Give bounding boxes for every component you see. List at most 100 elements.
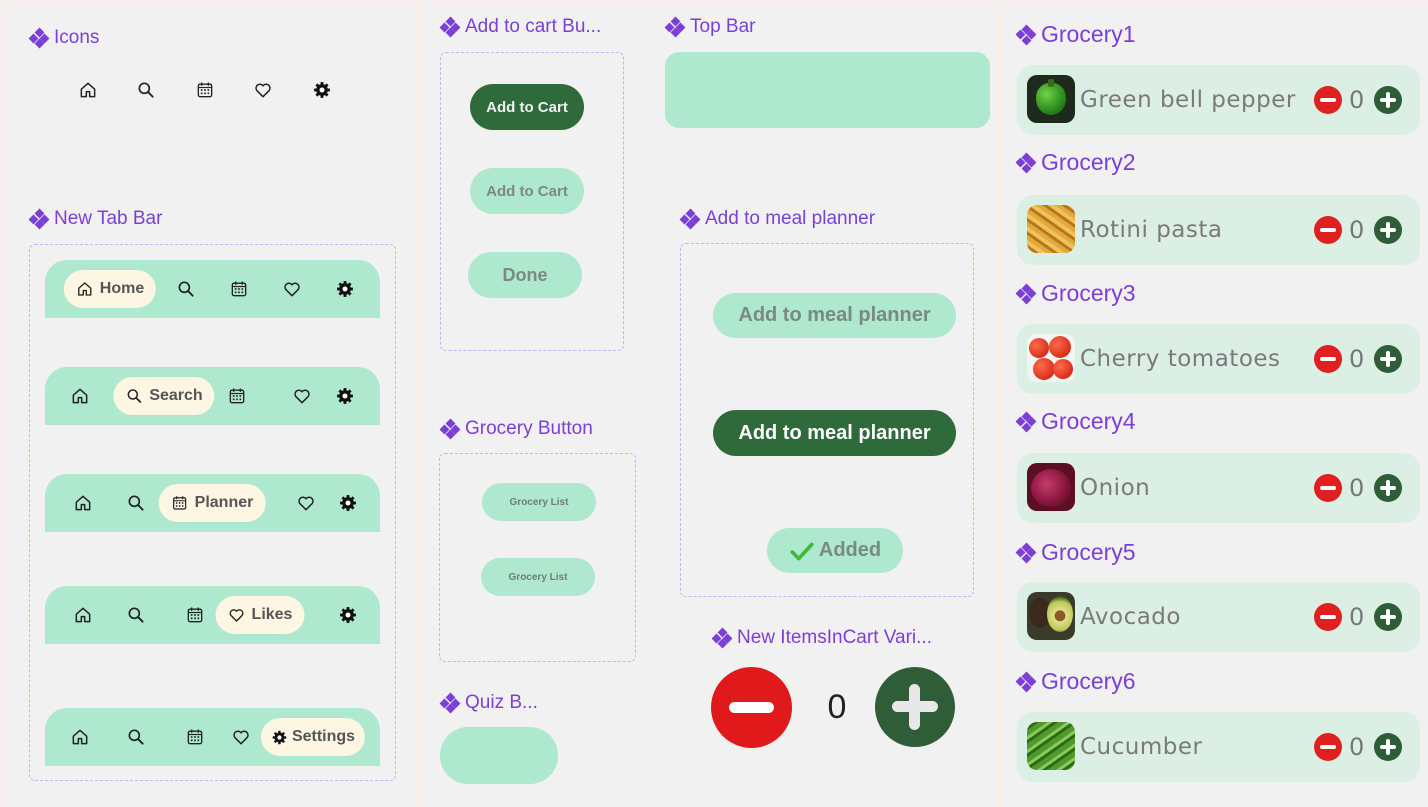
home-icon[interactable] <box>70 386 90 406</box>
decrement-button[interactable] <box>1314 603 1342 631</box>
minus-icon <box>729 702 774 713</box>
section-title-text: Quiz B... <box>465 692 538 713</box>
home-icon[interactable] <box>78 80 98 100</box>
section-title-text: Icons <box>54 27 100 48</box>
calendar-icon[interactable] <box>185 605 205 625</box>
calendar-icon[interactable] <box>185 727 205 747</box>
tab-bar-planner-active: Planner <box>45 474 380 532</box>
tab-planner[interactable]: Planner <box>158 484 266 522</box>
grocery-name: Avocado <box>1080 604 1181 630</box>
section-title-quiz: Quiz B... <box>439 692 538 714</box>
decrement-button[interactable] <box>711 667 792 748</box>
component-icon <box>1015 411 1037 432</box>
top-bar <box>665 52 990 128</box>
calendar-icon[interactable] <box>227 386 247 406</box>
grocery-quantity: 0 <box>1349 216 1365 244</box>
grocery-item: Rotini pasta 0 <box>1017 195 1420 265</box>
add-to-meal-planner-button[interactable]: Add to meal planner <box>713 410 956 456</box>
gear-icon[interactable] <box>338 605 358 625</box>
search-icon[interactable] <box>176 279 196 299</box>
tab-label: Search <box>149 387 203 404</box>
search-icon <box>125 387 143 405</box>
component-icon <box>439 692 461 714</box>
tab-likes[interactable]: Likes <box>215 596 305 634</box>
add-to-cart-button-disabled[interactable]: Add to Cart <box>470 168 584 214</box>
gear-icon <box>271 729 288 746</box>
decrement-button[interactable] <box>1314 216 1342 244</box>
tab-bar-likes-active: Likes <box>45 586 380 644</box>
grocery-quantity: 0 <box>1349 474 1365 502</box>
gear-icon[interactable] <box>312 80 332 100</box>
calendar-icon <box>171 494 189 512</box>
decrement-button[interactable] <box>1314 474 1342 502</box>
tab-search[interactable]: Search <box>113 377 215 415</box>
section-title-text: Grocery2 <box>1041 149 1136 175</box>
section-title-icons: Icons <box>28 27 100 49</box>
cart-quantity: 0 <box>827 688 847 726</box>
gear-icon[interactable] <box>335 386 355 406</box>
decrement-button[interactable] <box>1314 733 1342 761</box>
added-button[interactable]: Added <box>767 528 903 573</box>
search-icon[interactable] <box>136 80 156 100</box>
calendar-icon[interactable] <box>195 80 215 100</box>
gear-icon[interactable] <box>338 493 358 513</box>
rotini-pasta-image <box>1027 205 1075 253</box>
increment-button[interactable] <box>1374 733 1402 761</box>
grocery-list-button[interactable]: Grocery List <box>482 483 596 521</box>
section-title-text: New ItemsInCart Vari... <box>737 627 932 648</box>
home-icon[interactable] <box>73 493 93 513</box>
component-icon <box>1015 152 1037 173</box>
heart-icon[interactable] <box>282 279 302 299</box>
tab-label: Home <box>99 280 145 297</box>
grocery-name: Cherry tomatoes <box>1080 346 1281 372</box>
home-icon[interactable] <box>73 605 93 625</box>
home-icon[interactable] <box>70 727 90 747</box>
done-button[interactable]: Done <box>468 252 582 298</box>
search-icon[interactable] <box>126 605 146 625</box>
grocery-item: Cherry tomatoes 0 <box>1017 324 1420 394</box>
grocery-name: Cucumber <box>1080 734 1203 760</box>
section-title-grocery4: Grocery4 <box>1015 408 1136 435</box>
search-icon[interactable] <box>126 493 146 513</box>
decrement-button[interactable] <box>1314 86 1342 114</box>
increment-button[interactable] <box>875 667 955 747</box>
grocery-item: Onion 0 <box>1017 453 1420 523</box>
cucumber-image <box>1027 722 1075 770</box>
increment-button[interactable] <box>1374 86 1402 114</box>
grocery-name: Rotini pasta <box>1080 217 1223 243</box>
grocery-quantity: 0 <box>1349 345 1365 373</box>
section-title-text: Grocery5 <box>1041 539 1136 565</box>
increment-button[interactable] <box>1374 474 1402 502</box>
tab-home[interactable]: Home <box>63 270 157 308</box>
gear-icon[interactable] <box>335 279 355 299</box>
onion-image <box>1027 463 1075 511</box>
component-icon <box>711 627 733 649</box>
heart-icon[interactable] <box>253 80 273 100</box>
section-title-grocery-button: Grocery Button <box>439 418 593 440</box>
increment-button[interactable] <box>1374 216 1402 244</box>
grocery-quantity: 0 <box>1349 86 1365 114</box>
add-to-cart-button[interactable]: Add to Cart <box>470 84 584 130</box>
section-title-text: Add to meal planner <box>705 208 876 229</box>
tab-settings[interactable]: Settings <box>260 718 366 756</box>
search-icon[interactable] <box>126 727 146 747</box>
quiz-button[interactable] <box>440 727 558 784</box>
component-icon <box>439 16 461 38</box>
heart-icon[interactable] <box>296 493 316 513</box>
grocery-quantity: 0 <box>1349 733 1365 761</box>
cherry-tomatoes-image <box>1027 334 1075 382</box>
add-to-meal-planner-button-disabled[interactable]: Add to meal planner <box>713 293 956 338</box>
grocery-name: Onion <box>1080 475 1151 501</box>
calendar-icon[interactable] <box>229 279 249 299</box>
heart-icon[interactable] <box>231 727 251 747</box>
component-icon <box>664 16 686 38</box>
component-icon <box>1015 24 1037 45</box>
grocery-list-button[interactable]: Grocery List <box>481 558 595 596</box>
tab-label: Settings <box>291 728 356 745</box>
decrement-button[interactable] <box>1314 345 1342 373</box>
grocery-item: Green bell pepper 0 <box>1017 65 1420 135</box>
component-icon <box>28 27 50 49</box>
increment-button[interactable] <box>1374 603 1402 631</box>
increment-button[interactable] <box>1374 345 1402 373</box>
heart-icon[interactable] <box>292 386 312 406</box>
